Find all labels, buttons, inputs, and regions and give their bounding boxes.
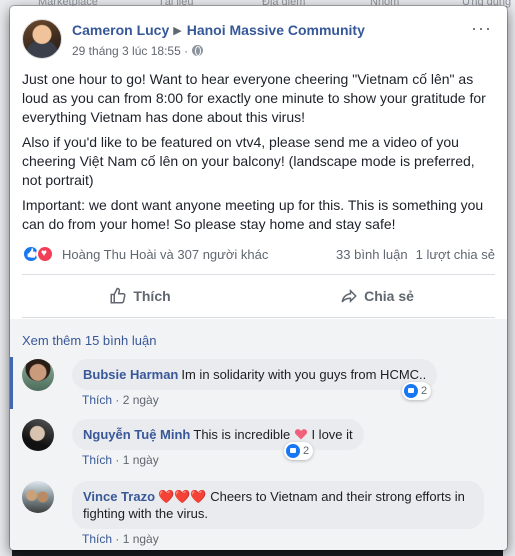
commenter-name[interactable]: Vince Trazo (83, 489, 155, 504)
post-paragraph: Important: we dont want anyone meeting u… (22, 197, 484, 232)
commenter-avatar[interactable] (22, 419, 54, 451)
commenter-avatar[interactable] (22, 481, 54, 513)
commenter-name[interactable]: Nguyễn Tuệ Minh (83, 427, 190, 442)
share-label: Chia sẻ (364, 288, 414, 304)
comment-item: Vince Trazo ❤️❤️❤️ Cheers to Vietnam and … (22, 481, 492, 546)
hearts-emoji: ❤️❤️❤️ (158, 489, 207, 504)
like-button[interactable]: Thích (22, 275, 258, 317)
reactions-summary: Hoàng Thu Hoài và 307 người khác 33 bình… (22, 244, 495, 266)
like-reaction-icon (286, 444, 300, 458)
comment-like-link[interactable]: Thích (82, 453, 112, 467)
highlight-bar (10, 357, 13, 409)
comment-actions: Thích · 1 ngày (82, 532, 159, 546)
share-button[interactable]: Chia sẻ (259, 275, 495, 317)
comment-like-link[interactable]: Thích (82, 393, 112, 407)
post-card: Cameron Lucy ▶ Hanoi Massive Community 29 … (10, 6, 507, 550)
more-options-icon[interactable]: ··· (471, 19, 492, 37)
thumbs-up-icon (110, 287, 126, 304)
comment-item: Bubsie Harman Im in solidarity with you g… (22, 359, 492, 409)
post-meta: 29 tháng 3 lúc 18:55 · (72, 44, 204, 58)
comment-text: This is incredible (193, 427, 291, 442)
comments-section: Xem thêm 15 bình luận Bubsie Harman Im in… (10, 319, 507, 550)
commenter-name[interactable]: Bubsie Harman (83, 367, 178, 382)
comment-actions: Thích · 2 ngày (82, 393, 159, 407)
comments-count[interactable]: 33 bình luận (336, 247, 408, 262)
post-paragraph: Just one hour to go! Want to hear everyo… (22, 71, 486, 125)
group-name[interactable]: Hanoi Massive Community (187, 22, 365, 38)
post-header: Cameron Lucy ▶ Hanoi Massive Community 29 … (22, 19, 492, 63)
comment-like-link[interactable]: Thích (82, 532, 112, 546)
comment-text: Im in solidarity with you guys from HCMC… (181, 367, 427, 382)
comment-time[interactable]: · 2 ngày (115, 393, 158, 407)
like-label: Thích (133, 288, 171, 304)
comment-time[interactable]: · 1 ngày (115, 453, 158, 467)
post-timestamp[interactable]: 29 tháng 3 lúc 18:55 · (72, 44, 188, 58)
love-reaction-icon (36, 245, 54, 263)
reaction-count: 2 (303, 445, 310, 457)
reactors-text[interactable]: Hoàng Thu Hoài và 307 người khác (62, 247, 268, 262)
comment-item: Nguyễn Tuệ Minh This is incredible I love… (22, 419, 492, 469)
comment-actions: Thích · 1 ngày (82, 453, 159, 467)
share-arrow-icon (341, 288, 357, 304)
comment-reactions[interactable]: 2 (284, 442, 314, 460)
author-avatar[interactable] (22, 19, 62, 59)
reaction-icons[interactable] (22, 244, 62, 264)
arrow-right-icon: ▶ (173, 25, 182, 37)
post-body: Just one hour to go! Want to hear everyo… (22, 70, 497, 240)
reaction-count: 2 (421, 385, 428, 397)
author-line: Cameron Lucy ▶ Hanoi Massive Community (72, 22, 365, 38)
heart-emoji-icon (294, 429, 307, 440)
comment-bubble: Vince Trazo ❤️❤️❤️ Cheers to Vietnam and … (72, 481, 484, 529)
action-bar: Thích Chia sẻ (22, 274, 495, 318)
engagement-counts: 33 bình luận 1 lượt chia sẻ (328, 247, 495, 262)
like-reaction-icon (404, 384, 418, 398)
globe-icon (192, 45, 204, 56)
comment-bubble: Bubsie Harman Im in solidarity with you g… (72, 359, 438, 390)
view-more-comments[interactable]: Xem thêm 15 bình luận (22, 333, 156, 348)
author-name[interactable]: Cameron Lucy (72, 22, 169, 38)
comment-reactions[interactable]: 2 (402, 382, 432, 400)
commenter-avatar[interactable] (22, 359, 54, 391)
shares-count[interactable]: 1 lượt chia sẻ (416, 247, 495, 262)
comment-bubble: Nguyễn Tuệ Minh This is incredible I love… (72, 419, 364, 450)
comment-text-end: I love it (311, 427, 353, 442)
post-paragraph: Also if you'd like to be featured on vtv… (22, 134, 475, 188)
comment-time[interactable]: · 1 ngày (115, 532, 158, 546)
